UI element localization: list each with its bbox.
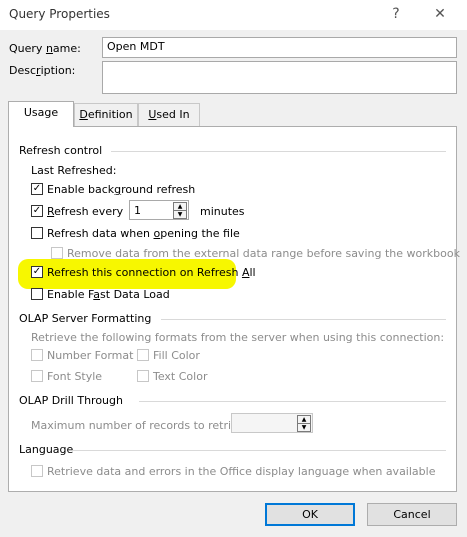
olap-drill-heading: OLAP Drill Through [19,394,123,407]
query-name-label: Query name: [9,42,81,55]
fast-data-load-label: Enable Fast Data Load [47,288,170,301]
fill-color-checkbox [137,349,149,361]
font-style-label: Font Style [47,370,103,383]
window-title: Query Properties [9,7,110,21]
cancel-button[interactable]: Cancel [367,503,457,526]
fill-color-label: Fill Color [153,349,200,362]
usage-panel [8,126,457,492]
remove-data-checkbox [51,247,63,259]
background-refresh-checkbox[interactable]: ✓ [31,183,43,195]
language-heading: Language [19,443,74,456]
minutes-label: minutes [200,205,245,218]
query-name-input[interactable]: Open MDT [102,37,457,58]
refresh-control-heading: Refresh control [19,144,103,157]
refresh-minutes-value: 1 [134,204,141,217]
refresh-on-open-checkbox[interactable] [31,227,43,239]
close-icon[interactable]: ✕ [430,6,450,22]
section-divider [139,401,446,402]
tab-definition[interactable]: Definition [74,103,138,126]
office-language-checkbox [31,465,43,477]
background-refresh-label: Enable background refresh [47,183,196,196]
description-input[interactable] [102,61,457,94]
olap-formatting-heading: OLAP Server Formatting [19,312,152,325]
olap-formatting-desc: Retrieve the following formats from the … [31,331,445,344]
fast-data-load-checkbox[interactable] [31,288,43,300]
section-divider [111,151,446,152]
help-icon[interactable]: ? [386,6,406,22]
refresh-on-open-label: Refresh data when opening the file [47,227,240,240]
description-label: Description: [9,64,76,77]
office-language-label: Retrieve data and errors in the Office d… [47,465,436,478]
spin-down-icon[interactable]: ▼ [173,210,187,219]
text-color-checkbox [137,370,149,382]
refresh-every-label: Refresh every [47,205,124,218]
tab-usage-label: Usage [23,106,59,119]
max-records-stepper: ▲ ▼ [231,413,313,433]
last-refreshed-label: Last Refreshed: [31,164,117,177]
number-format-checkbox [31,349,43,361]
refresh-minutes-stepper[interactable]: 1 ▲ ▼ [129,200,189,220]
refresh-on-refresh-all-label: Refresh this connection on Refresh All [47,266,256,279]
tab-usage[interactable]: Usage [8,101,74,127]
number-format-label: Number Format [47,349,134,362]
title-bar: Query Properties ? ✕ [0,0,467,30]
spin-down-icon: ▼ [297,423,311,432]
text-color-label: Text Color [153,370,208,383]
font-style-checkbox [31,370,43,382]
section-divider [161,319,446,320]
section-divider [73,450,446,451]
refresh-on-refresh-all-checkbox[interactable]: ✓ [31,266,43,278]
max-records-label: Maximum number of records to retrieve: [31,419,255,432]
ok-button[interactable]: OK [265,503,355,526]
tab-used-in[interactable]: Used In [138,103,200,126]
refresh-every-checkbox[interactable]: ✓ [31,205,43,217]
